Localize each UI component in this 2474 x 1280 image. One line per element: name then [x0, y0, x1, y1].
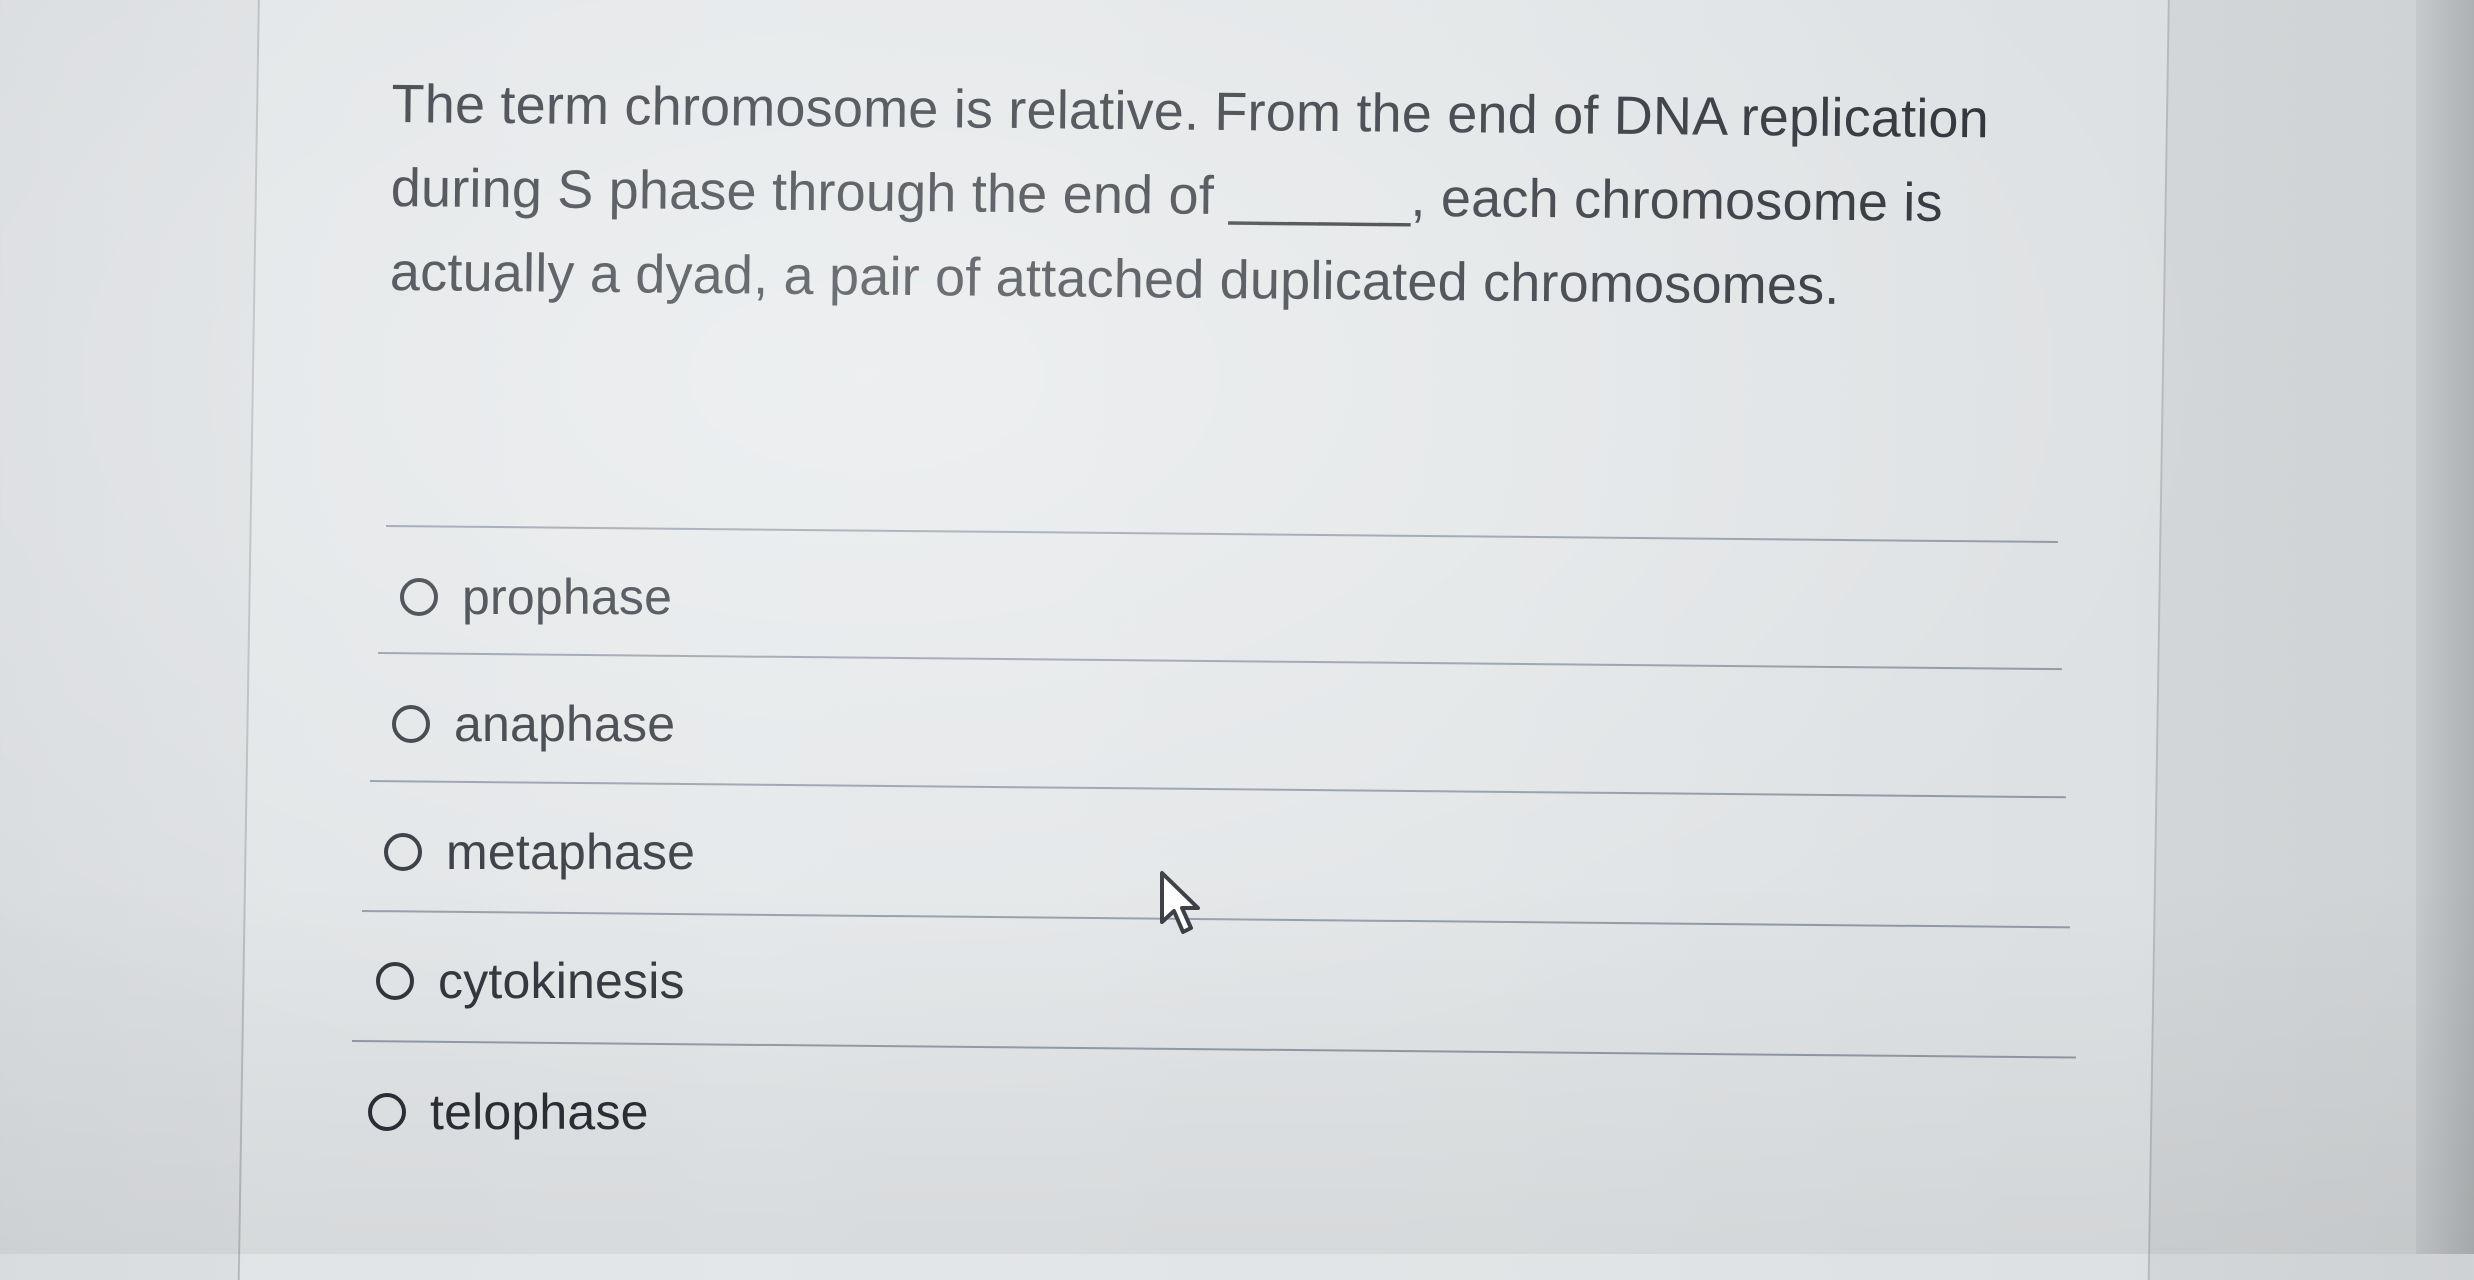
option-metaphase[interactable]: metaphase	[384, 823, 695, 881]
option-label: cytokinesis	[438, 953, 685, 1009]
radio-button-icon[interactable]	[392, 705, 430, 743]
radio-button-icon[interactable]	[384, 833, 422, 871]
option-prophase[interactable]: prophase	[400, 568, 672, 626]
mouse-pointer-icon	[1160, 871, 1200, 934]
window-edge	[2416, 0, 2474, 1254]
radio-button-icon[interactable]	[400, 578, 438, 616]
option-label: metaphase	[446, 824, 696, 880]
radio-button-icon[interactable]	[376, 962, 414, 1000]
option-label: telophase	[430, 1084, 649, 1140]
option-anaphase[interactable]: anaphase	[392, 695, 675, 753]
option-label: prophase	[462, 569, 673, 625]
radio-button-icon[interactable]	[368, 1093, 406, 1131]
option-telophase[interactable]: telophase	[368, 1083, 649, 1141]
option-label: anaphase	[454, 696, 676, 752]
option-cytokinesis[interactable]: cytokinesis	[376, 952, 685, 1010]
question-text: The term chromosome is relative. From th…	[389, 73, 1990, 316]
